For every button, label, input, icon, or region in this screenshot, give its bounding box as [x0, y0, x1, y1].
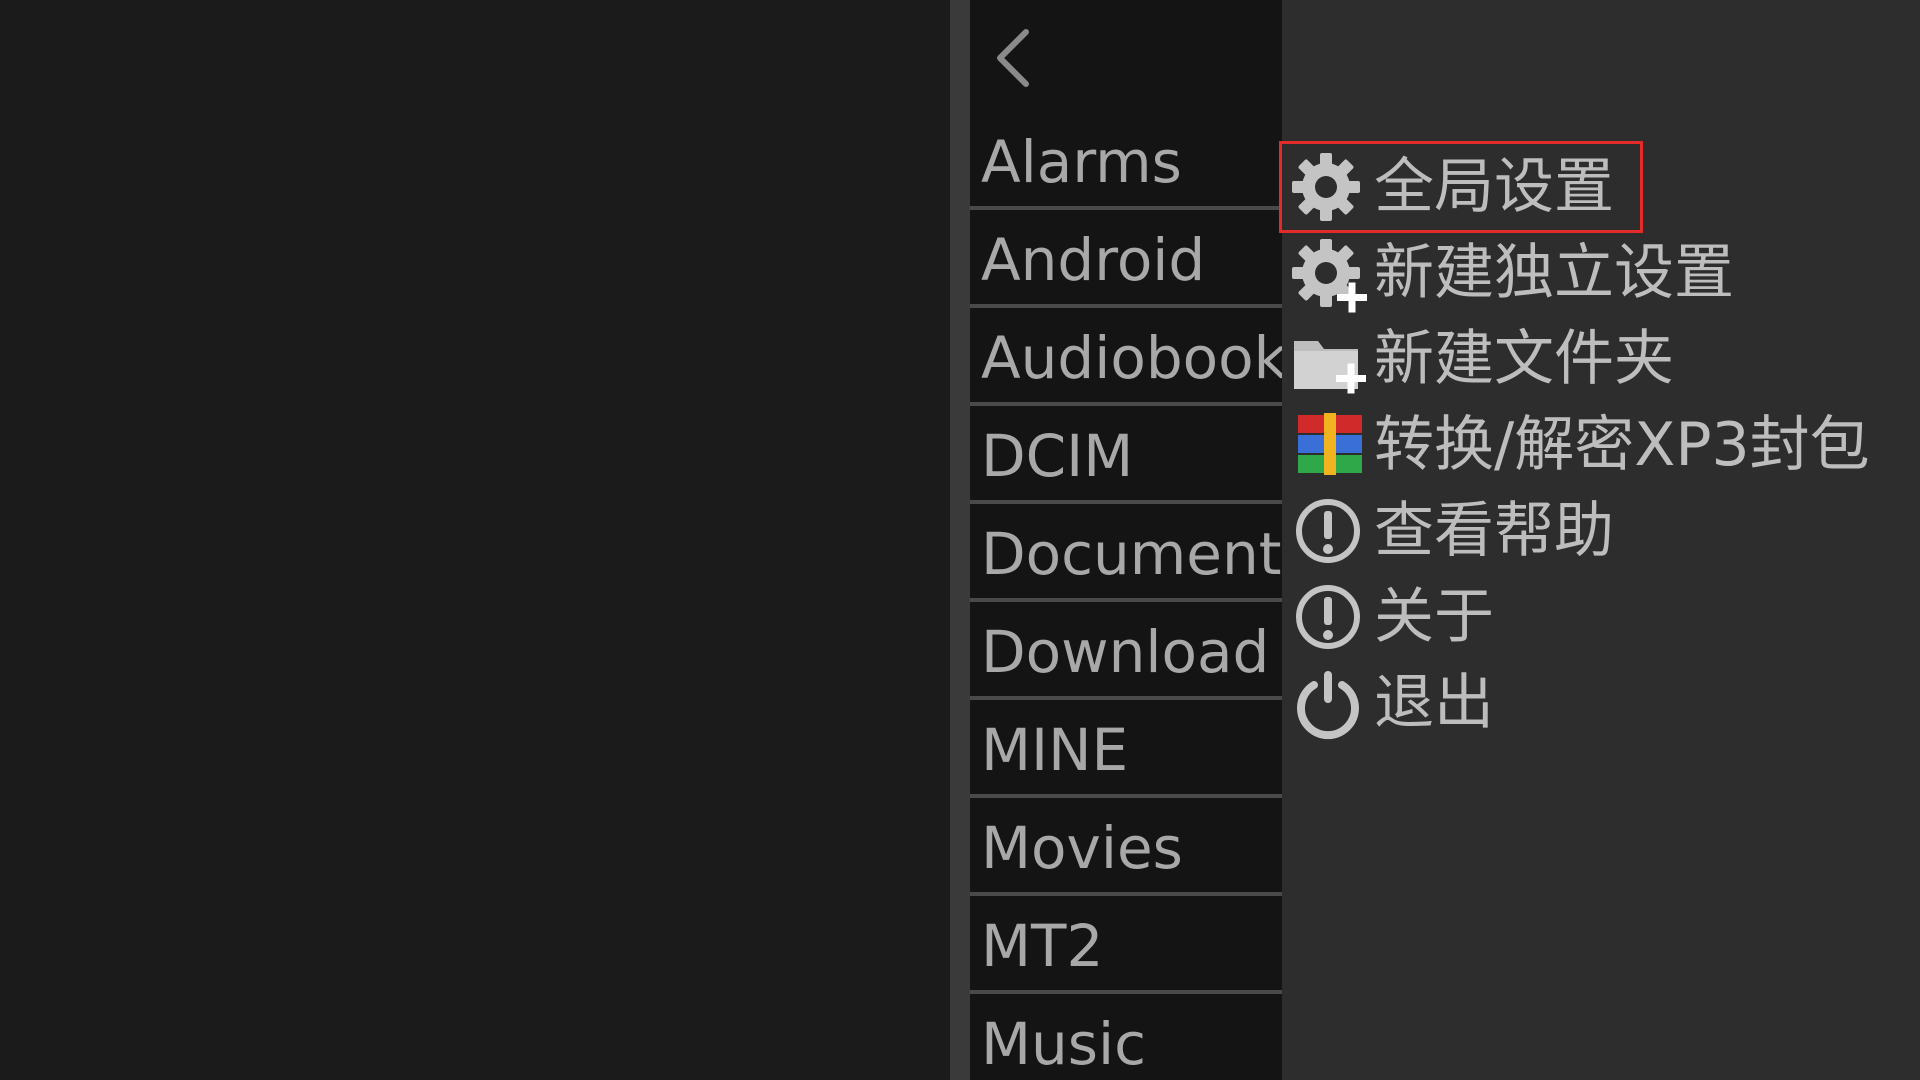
menu-item-label: 查看帮助	[1374, 496, 1614, 566]
options-menu: 全局设置 新建独立设置 新建文件夹 转换/解密XP3封包 查看帮助 关于 退出	[1279, 141, 1870, 746]
menu-item-label: 全局设置	[1374, 152, 1614, 222]
menu-item-global-settings[interactable]: 全局设置	[1279, 141, 1643, 233]
options-menu-pane: 全局设置 新建独立设置 新建文件夹 转换/解密XP3封包 查看帮助 关于 退出	[1279, 0, 1920, 1080]
folder-label: Audiobooks	[981, 324, 1282, 392]
menu-item-view-help[interactable]: 查看帮助	[1282, 488, 1870, 574]
menu-item-convert-decrypt-xp3[interactable]: 转换/解密XP3封包	[1282, 402, 1870, 488]
folder-item-mine[interactable]: MINE	[970, 700, 1282, 798]
archive-icon	[1290, 405, 1370, 485]
folder-item-mt2[interactable]: MT2	[970, 896, 1282, 994]
folder-item-dcim[interactable]: DCIM	[970, 406, 1282, 504]
gear-plus-icon	[1290, 233, 1370, 313]
folder-label: Documents	[981, 520, 1282, 588]
folder-item-audiobooks[interactable]: Audiobooks	[970, 308, 1282, 406]
folder-list: Alarms Android Audiobooks DCIM Documents…	[970, 112, 1282, 1080]
folder-label: DCIM	[981, 422, 1134, 490]
folder-label: Alarms	[981, 128, 1182, 196]
menu-item-label: 新建文件夹	[1374, 324, 1674, 394]
folder-label: Music	[981, 1010, 1147, 1078]
folder-item-music[interactable]: Music	[970, 994, 1282, 1080]
folder-item-movies[interactable]: Movies	[970, 798, 1282, 896]
menu-item-label: 关于	[1374, 582, 1494, 652]
menu-item-about[interactable]: 关于	[1282, 574, 1870, 660]
gear-icon	[1290, 147, 1370, 227]
folder-label: MINE	[981, 716, 1129, 784]
folder-label: Android	[981, 226, 1206, 294]
file-browser-pane: Alarms Android Audiobooks DCIM Documents…	[970, 0, 1282, 1080]
folder-label: Movies	[981, 814, 1183, 882]
folder-item-download[interactable]: Download	[970, 602, 1282, 700]
app-root: Alarms Android Audiobooks DCIM Documents…	[0, 0, 1920, 1080]
folder-plus-icon	[1290, 319, 1370, 399]
folder-item-android[interactable]: Android	[970, 210, 1282, 308]
pane-divider[interactable]	[950, 0, 970, 1080]
menu-item-new-folder[interactable]: 新建文件夹	[1282, 316, 1870, 402]
back-button[interactable]	[984, 22, 1048, 94]
chevron-left-icon	[997, 29, 1029, 87]
empty-left-pane	[0, 0, 950, 1080]
menu-item-label: 退出	[1374, 668, 1494, 738]
power-icon	[1290, 663, 1370, 743]
menu-item-exit[interactable]: 退出	[1282, 660, 1870, 746]
exclamation-icon	[1290, 577, 1370, 657]
menu-item-label: 转换/解密XP3封包	[1374, 410, 1870, 480]
folder-label: MT2	[981, 912, 1104, 980]
menu-item-label: 新建独立设置	[1374, 238, 1734, 308]
exclamation-icon	[1290, 491, 1370, 571]
menu-item-new-standalone-settings[interactable]: 新建独立设置	[1282, 230, 1870, 316]
folder-item-alarms[interactable]: Alarms	[970, 112, 1282, 210]
folder-label: Download	[981, 618, 1270, 686]
folder-item-documents[interactable]: Documents	[970, 504, 1282, 602]
